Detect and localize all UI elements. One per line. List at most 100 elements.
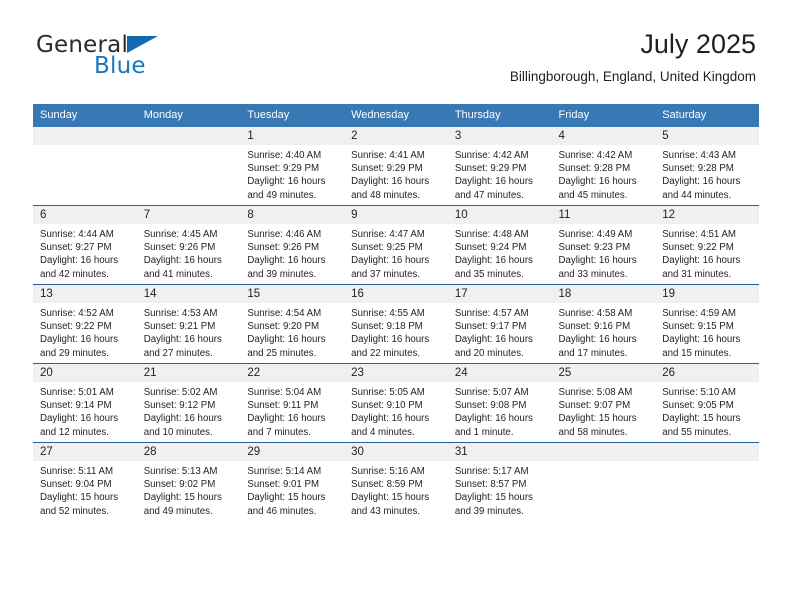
- calendar-day-cell[interactable]: 29 Sunrise: 5:14 AM Sunset: 9:01 PM Dayligh…: [240, 442, 345, 521]
- calendar-day-cell[interactable]: 1 Sunrise: 4:40 AM Sunset: 9:29 PM Daylight…: [240, 127, 345, 206]
- day-number: 20: [33, 364, 137, 382]
- day-details: Sunrise: 5:17 AM Sunset: 8:57 PM Daylight:…: [448, 461, 552, 518]
- day-details: Sunrise: 5:10 AM Sunset: 9:05 PM Daylight:…: [655, 382, 759, 439]
- calendar-day-cell[interactable]: 28 Sunrise: 5:13 AM Sunset: 9:02 PM Dayligh…: [136, 442, 241, 521]
- location-subtitle: Billingborough, England, United Kingdom: [509, 69, 756, 84]
- sunrise-time: Sunrise: 4:51 AM: [662, 229, 736, 240]
- calendar-day-cell[interactable]: 25 Sunrise: 5:08 AM Sunset: 9:07 PM Dayligh…: [551, 363, 656, 443]
- day-details: Sunrise: 5:04 AM Sunset: 9:11 PM Daylight:…: [240, 382, 344, 439]
- daylight-duration-line2: and 17 minutes.: [558, 347, 628, 359]
- cell-inner: 13 Sunrise: 4:52 AM Sunset: 9:22 PM Dayligh…: [33, 285, 137, 363]
- calendar-day-cell[interactable]: 3 Sunrise: 4:42 AM Sunset: 9:29 PM Daylight…: [447, 127, 552, 206]
- calendar-day-cell[interactable]: 27 Sunrise: 5:11 AM Sunset: 9:04 PM Dayligh…: [33, 442, 137, 521]
- daylight-duration-line1: Daylight: 16 hours: [454, 255, 533, 267]
- calendar-day-cell[interactable]: 30 Sunrise: 5:16 AM Sunset: 8:59 PM Dayligh…: [344, 442, 448, 521]
- daylight-duration-line2: and 58 minutes.: [558, 426, 628, 438]
- sunset-time: Sunset: 9:29 PM: [247, 163, 320, 175]
- calendar-day-cell[interactable]: 13 Sunrise: 4:52 AM Sunset: 9:22 PM Dayligh…: [33, 284, 137, 364]
- calendar-day-cell[interactable]: 6 Sunrise: 4:44 AM Sunset: 9:27 PM Daylight…: [33, 205, 137, 285]
- calendar-day-cell[interactable]: 14 Sunrise: 4:53 AM Sunset: 9:21 PM Dayligh…: [136, 284, 241, 364]
- calendar-day-cell[interactable]: 2 Sunrise: 4:41 AM Sunset: 9:29 PM Daylight…: [344, 127, 448, 206]
- daylight-duration-line2: and 47 minutes.: [454, 189, 524, 201]
- day-number: [655, 443, 759, 461]
- daylight-duration-line2: and 27 minutes.: [143, 347, 213, 359]
- calendar-day-cell[interactable]: 17 Sunrise: 4:57 AM Sunset: 9:17 PM Dayligh…: [447, 284, 552, 364]
- sunset-time: Sunset: 9:24 PM: [454, 242, 527, 254]
- sunrise-time: Sunrise: 4:43 AM: [662, 150, 736, 161]
- daylight-duration-line2: and 20 minutes.: [454, 347, 524, 359]
- sunset-time: Sunset: 9:27 PM: [40, 242, 112, 254]
- daylight-duration-line2: and 49 minutes.: [143, 505, 213, 517]
- calendar-day-cell[interactable]: 21 Sunrise: 5:02 AM Sunset: 9:12 PM Dayligh…: [136, 363, 241, 443]
- daylight-duration-line2: and 41 minutes.: [143, 268, 213, 280]
- sunrise-time: Sunrise: 4:42 AM: [454, 150, 529, 161]
- sunrise-time: Sunrise: 4:58 AM: [558, 308, 633, 319]
- day-details: Sunrise: 5:08 AM Sunset: 9:07 PM Daylight:…: [552, 382, 656, 439]
- sunset-time: Sunset: 9:28 PM: [662, 163, 734, 175]
- day-number: 28: [136, 443, 241, 461]
- sunset-time: Sunset: 9:12 PM: [143, 400, 216, 412]
- calendar-day-cell[interactable]: 18 Sunrise: 4:58 AM Sunset: 9:16 PM Dayligh…: [551, 284, 656, 364]
- daylight-duration-line1: Daylight: 16 hours: [247, 255, 326, 267]
- sunrise-time: Sunrise: 4:44 AM: [40, 229, 114, 240]
- day-details: Sunrise: 4:43 AM Sunset: 9:28 PM Daylight:…: [655, 145, 759, 202]
- calendar-cell-empty: [136, 127, 241, 206]
- weekday-header-sunday: Sunday: [33, 104, 137, 127]
- sunset-time: Sunset: 9:22 PM: [662, 242, 734, 254]
- calendar-cell-empty: [655, 442, 759, 521]
- calendar-day-cell[interactable]: 10 Sunrise: 4:48 AM Sunset: 9:24 PM Dayligh…: [447, 205, 552, 285]
- cell-inner: 24 Sunrise: 5:07 AM Sunset: 9:08 PM Dayligh…: [447, 364, 552, 442]
- calendar-day-cell[interactable]: 11 Sunrise: 4:49 AM Sunset: 9:23 PM Dayligh…: [551, 205, 656, 285]
- general-blue-logo[interactable]: General Blue: [36, 32, 236, 84]
- calendar-day-cell[interactable]: 9 Sunrise: 4:47 AM Sunset: 9:25 PM Daylight…: [344, 205, 448, 285]
- day-number: [136, 127, 241, 145]
- sunrise-time: Sunrise: 5:13 AM: [143, 466, 218, 477]
- calendar-day-cell[interactable]: 24 Sunrise: 5:07 AM Sunset: 9:08 PM Dayligh…: [447, 363, 552, 443]
- daylight-duration-line2: and 1 minute.: [454, 426, 514, 438]
- day-details: Sunrise: 5:05 AM Sunset: 9:10 PM Daylight:…: [344, 382, 448, 439]
- calendar-day-cell[interactable]: 8 Sunrise: 4:46 AM Sunset: 9:26 PM Daylight…: [240, 205, 345, 285]
- daylight-duration-line1: Daylight: 16 hours: [351, 255, 430, 267]
- day-number: 16: [344, 285, 448, 303]
- day-number: 29: [240, 443, 345, 461]
- cell-inner: 11 Sunrise: 4:49 AM Sunset: 9:23 PM Dayligh…: [551, 206, 656, 284]
- calendar-day-cell[interactable]: 7 Sunrise: 4:45 AM Sunset: 9:26 PM Daylight…: [136, 205, 241, 285]
- calendar-day-cell[interactable]: 23 Sunrise: 5:05 AM Sunset: 9:10 PM Dayligh…: [344, 363, 448, 443]
- calendar-day-cell[interactable]: 4 Sunrise: 4:42 AM Sunset: 9:28 PM Daylight…: [551, 127, 656, 206]
- day-details: Sunrise: 5:16 AM Sunset: 8:59 PM Daylight:…: [344, 461, 448, 518]
- sunrise-time: Sunrise: 5:07 AM: [454, 387, 529, 398]
- day-number: 10: [447, 206, 552, 224]
- calendar-day-cell[interactable]: 15 Sunrise: 4:54 AM Sunset: 9:20 PM Dayligh…: [240, 284, 345, 364]
- daylight-duration-line1: Daylight: 16 hours: [662, 255, 741, 267]
- calendar-day-cell[interactable]: 12 Sunrise: 4:51 AM Sunset: 9:22 PM Dayligh…: [655, 205, 759, 285]
- day-details: Sunrise: 5:14 AM Sunset: 9:01 PM Daylight:…: [240, 461, 344, 518]
- daylight-duration-line2: and 42 minutes.: [40, 268, 109, 280]
- cell-inner: 16 Sunrise: 4:55 AM Sunset: 9:18 PM Dayligh…: [344, 285, 448, 363]
- day-number: 18: [551, 285, 656, 303]
- cell-inner: 20 Sunrise: 5:01 AM Sunset: 9:14 PM Dayligh…: [33, 364, 137, 442]
- calendar-day-cell[interactable]: 26 Sunrise: 5:10 AM Sunset: 9:05 PM Dayligh…: [655, 363, 759, 443]
- sunset-time: Sunset: 9:16 PM: [558, 321, 631, 333]
- sunset-time: Sunset: 9:07 PM: [558, 400, 631, 412]
- daylight-duration-line2: and 55 minutes.: [662, 426, 732, 438]
- calendar-day-cell[interactable]: 20 Sunrise: 5:01 AM Sunset: 9:14 PM Dayligh…: [33, 363, 137, 443]
- sunrise-time: Sunrise: 4:53 AM: [143, 308, 218, 319]
- cell-inner: 30 Sunrise: 5:16 AM Sunset: 8:59 PM Dayligh…: [344, 443, 448, 521]
- sunset-time: Sunset: 9:01 PM: [247, 479, 320, 491]
- calendar-day-cell[interactable]: 16 Sunrise: 4:55 AM Sunset: 9:18 PM Dayligh…: [344, 284, 448, 364]
- sunrise-time: Sunrise: 5:04 AM: [247, 387, 322, 398]
- sunrise-time: Sunrise: 4:42 AM: [558, 150, 633, 161]
- calendar-day-cell[interactable]: 22 Sunrise: 5:04 AM Sunset: 9:11 PM Dayligh…: [240, 363, 345, 443]
- calendar-cell-empty: [33, 127, 137, 206]
- cell-inner: 4 Sunrise: 4:42 AM Sunset: 9:28 PM Daylight…: [551, 127, 656, 205]
- daylight-duration-line1: Daylight: 16 hours: [143, 413, 222, 425]
- logo-word-blue: Blue: [94, 53, 146, 79]
- cell-inner: 28 Sunrise: 5:13 AM Sunset: 9:02 PM Dayligh…: [136, 443, 241, 521]
- daylight-duration-line1: Daylight: 15 hours: [454, 492, 533, 504]
- cell-inner: [655, 443, 759, 521]
- cell-inner: 21 Sunrise: 5:02 AM Sunset: 9:12 PM Dayligh…: [136, 364, 241, 442]
- calendar-day-cell[interactable]: 19 Sunrise: 4:59 AM Sunset: 9:15 PM Dayligh…: [655, 284, 759, 364]
- daylight-duration-line1: Daylight: 16 hours: [40, 413, 119, 425]
- calendar-day-cell[interactable]: 5 Sunrise: 4:43 AM Sunset: 9:28 PM Daylight…: [655, 127, 759, 206]
- calendar-day-cell[interactable]: 31 Sunrise: 5:17 AM Sunset: 8:57 PM Dayligh…: [447, 442, 552, 521]
